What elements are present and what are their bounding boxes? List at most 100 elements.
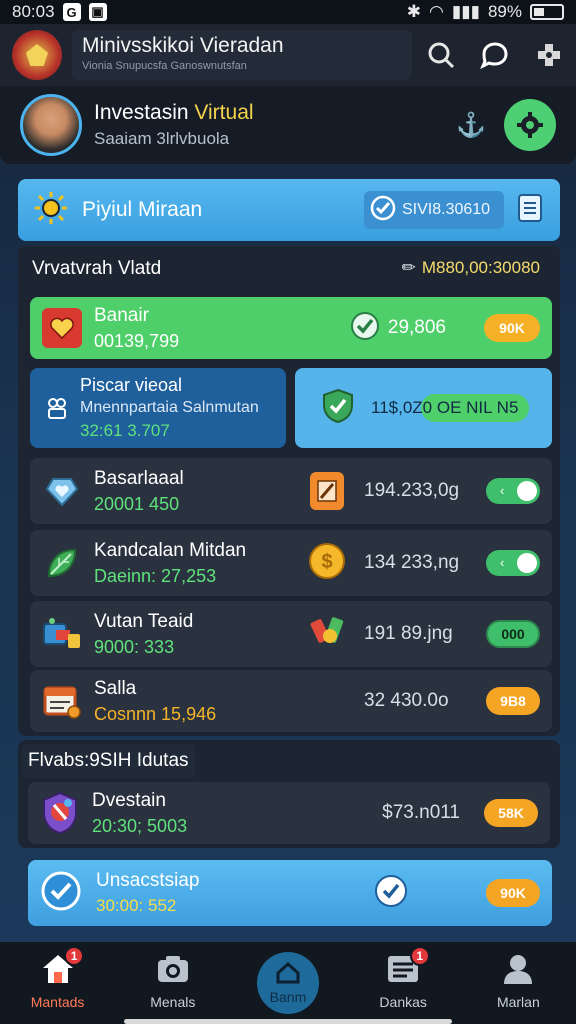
- nav-label: Mantads: [30, 994, 85, 1010]
- nav-item-camera[interactable]: Menals: [115, 952, 230, 1010]
- app-bar: Minivsskikoi Vieradan Vionia Snupucsfa G…: [0, 24, 576, 86]
- calendar-icon: [42, 682, 82, 720]
- panel-total: ✏ M880,00:30080: [401, 258, 540, 277]
- banner-value: SIVI8.30610: [402, 201, 491, 218]
- row-sub: 20:30; 5003: [92, 815, 188, 836]
- bluetooth-icon: ✱: [406, 2, 422, 21]
- profile-subtitle: Saaiam 3lrlvbuola: [94, 129, 230, 148]
- leaf-icon: [42, 546, 82, 580]
- row-badge[interactable]: 90K: [486, 879, 540, 907]
- split-left-sub: Mnennpartaia Salnmutan: [80, 399, 259, 416]
- status-time: 80:03: [12, 2, 55, 21]
- panel-title: Vrvatvrah Vlatd: [32, 258, 162, 279]
- edit-note-icon: [310, 472, 344, 510]
- row-sub: 00139,799: [94, 330, 180, 351]
- row-badge[interactable]: 90K: [484, 314, 540, 342]
- nav-label: Banm: [269, 989, 307, 1005]
- battery-icon: [530, 4, 564, 20]
- account-row-kandcalan[interactable]: Kandcalan Mitdan Daeinn: 27,253 $ 134 23…: [30, 530, 552, 596]
- center-action-button[interactable]: Banm: [256, 952, 319, 1014]
- row-value: $73.n011: [382, 802, 460, 823]
- app-title: Minivsskikoi Vieradan: [82, 34, 284, 57]
- row-name: Vutan Teaid: [94, 610, 194, 632]
- home-indicator: [124, 1019, 452, 1024]
- row-badge[interactable]: 58K: [484, 799, 538, 827]
- search-icon[interactable]: [426, 40, 456, 70]
- split-right-value: 11$,0Z0 OE NIL N5: [371, 398, 519, 417]
- wifi-icon: ◠: [429, 2, 444, 21]
- nav-item-home[interactable]: 1 Mantads: [0, 946, 115, 1010]
- row-value: 194.233,0g: [364, 480, 460, 501]
- row-sub: 20001 450: [94, 493, 180, 514]
- nav-item-dankas[interactable]: 1 Dankas: [346, 946, 461, 1010]
- app-logo: [12, 30, 62, 80]
- bottom-nav: 1 Mantads Menals Banm 1 Dankas Marlan: [0, 942, 576, 1024]
- signal-icon: ▮▮▮: [451, 2, 480, 21]
- account-row-vutan[interactable]: Vutan Teaid 9000: 333 191 89.jng 000: [30, 601, 552, 667]
- home-outline-icon: [276, 961, 300, 984]
- notification-badge: 1: [64, 946, 85, 966]
- row-name: Banair: [94, 304, 149, 326]
- notification-badge: 1: [409, 946, 430, 966]
- app-title-box: Minivsskikoi Vieradan Vionia Snupucsfa G…: [72, 30, 412, 80]
- toggle-switch[interactable]: ‹: [486, 478, 540, 504]
- diamond-heart-icon: [42, 475, 82, 507]
- row-name: Kandcalan Mitdan: [94, 539, 247, 561]
- accounts-panel: Vrvatvrah Vlatd ✏ M880,00:30080 Banair 0…: [18, 246, 560, 736]
- account-row-basarlaaal[interactable]: Basarlaaal 20001 450 194.233,0g ‹: [30, 458, 552, 524]
- split-left-name: Piscar vieoal: [80, 375, 183, 395]
- check-circle-icon: [374, 874, 408, 913]
- settings-cross-icon[interactable]: [534, 40, 564, 70]
- banner-value-box: SIVI8.30610: [364, 191, 504, 229]
- split-card-left[interactable]: Piscar vieoal Mnennpartaia Salnmutan 32:…: [30, 368, 286, 448]
- row-sub: Daeinn: 27,253: [94, 565, 217, 586]
- app-subtitle: Vionia Snupucsfa Ganoswnutsfan: [82, 60, 247, 72]
- wallet-icon: [42, 616, 82, 652]
- account-row-salla[interactable]: Salla Cosnnn 15,946 32 430.0o 9B8: [30, 670, 552, 732]
- pencil-icon: ✏: [401, 258, 416, 277]
- document-icon[interactable]: [516, 193, 544, 228]
- row-sub: 9000: 333: [94, 636, 175, 657]
- profile-card: Investasin Virtual Saaiam 3lrlvbuola ⚓: [0, 86, 576, 164]
- nav-item-center[interactable]: Banm: [230, 952, 345, 1014]
- sun-icon: [34, 191, 68, 230]
- svg-text:$: $: [321, 551, 332, 573]
- shield-check-icon: [321, 388, 355, 429]
- split-card-right[interactable]: 11$,0Z0 OE NIL N5: [295, 368, 552, 448]
- nav-label: Menals: [150, 994, 196, 1010]
- anchor-icon[interactable]: ⚓: [456, 111, 486, 140]
- row-name: Salla: [94, 677, 137, 699]
- notification-icon: ▣: [88, 3, 107, 21]
- person-icon: [504, 955, 533, 984]
- check-badge-icon: [40, 870, 82, 917]
- account-row-banair[interactable]: Banair 00139,799 29,806 90K: [30, 297, 552, 359]
- status-bar: 80:03 G ▣ ✱ ◠ ▮▮▮ 89%: [0, 0, 576, 24]
- gear-icon[interactable]: [504, 99, 556, 151]
- camera-icon: [157, 956, 188, 982]
- check-circle-icon: [370, 195, 396, 226]
- nav-item-profile[interactable]: Marlan: [461, 952, 576, 1010]
- shield-badge-icon: [40, 791, 80, 835]
- people-icon: [42, 396, 72, 420]
- profile-name: Investasin Virtual: [94, 101, 254, 124]
- battery-percent: 89%: [487, 2, 522, 21]
- chat-icon[interactable]: [480, 40, 510, 70]
- row-sub: Cosnnn 15,946: [94, 703, 217, 724]
- section-two: Flvabs:9SIH Idutas Dvestain 20:30; 5003 …: [18, 740, 560, 848]
- split-left-value: 32:61 3.707: [80, 421, 170, 440]
- row-value: 32 430.0o: [364, 690, 449, 711]
- row-badge[interactable]: 9B8: [486, 687, 540, 715]
- row-value: 134 233,ng: [364, 552, 460, 573]
- nav-label: Dankas: [379, 994, 427, 1010]
- highlight-card[interactable]: Unsacstsiap 30:00: 552 90K: [28, 860, 552, 926]
- summary-banner[interactable]: Piyiul Miraan SIVI8.30610: [18, 179, 560, 241]
- avatar[interactable]: [20, 94, 82, 156]
- toggle-switch[interactable]: ‹: [486, 550, 540, 576]
- banner-title: Piyiul Miraan: [82, 198, 203, 221]
- row-badge[interactable]: 000: [486, 620, 540, 648]
- g-icon: G: [62, 3, 81, 21]
- account-row-dvestain[interactable]: Dvestain 20:30; 5003 $73.n011 58K: [28, 782, 550, 844]
- row-sub: 30:00: 552: [96, 896, 177, 915]
- row-name: Dvestain: [92, 789, 166, 811]
- heart-icon: [42, 308, 82, 348]
